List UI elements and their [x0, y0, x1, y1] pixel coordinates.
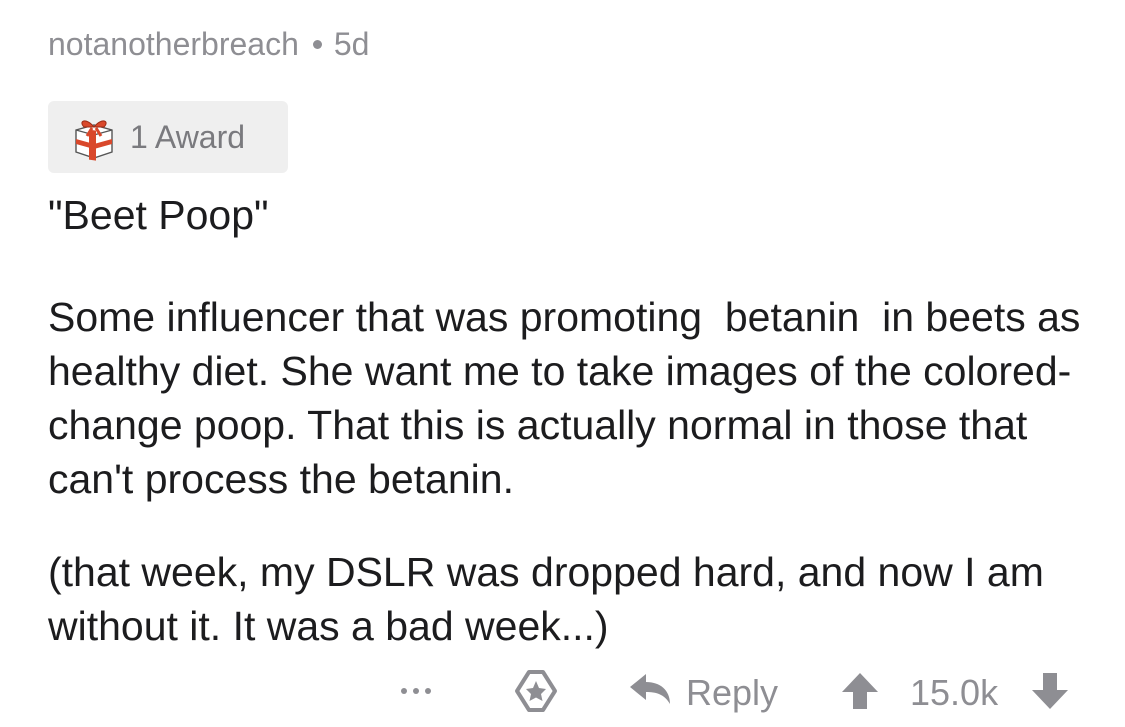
downvote-button[interactable]	[1030, 664, 1070, 722]
comment-title: "Beet Poop"	[48, 192, 269, 238]
comment-body: "Beet Poop" Some influencer that was pro…	[48, 188, 1108, 653]
comment-actions: Reply 15.0k	[0, 664, 1125, 722]
ellipsis-icon	[398, 681, 434, 706]
reply-label: Reply	[686, 672, 779, 713]
reply-arrow-icon	[628, 672, 672, 715]
give-award-button[interactable]	[513, 664, 559, 722]
gift-award-icon	[70, 113, 118, 161]
vote-score: 15.0k	[910, 664, 998, 722]
upvote-button[interactable]	[840, 664, 880, 722]
award-badge[interactable]: 1 Award	[48, 101, 288, 173]
reply-button[interactable]: Reply	[628, 664, 778, 722]
comment-age: 5d	[333, 26, 370, 62]
separator-dot	[312, 40, 322, 49]
comment-paragraph-2: (that week, my DSLR was dropped hard, an…	[48, 549, 1056, 649]
comment-paragraph-1: Some influencer that was promoting betan…	[48, 294, 1092, 502]
downvote-arrow-icon	[1030, 671, 1070, 716]
award-count: 1 Award	[130, 118, 246, 155]
award-icon	[513, 668, 559, 719]
score-value: 15.0k	[910, 672, 999, 713]
author-username[interactable]: notanotherbreach	[48, 26, 299, 63]
comment-header: notanotherbreach 5d	[48, 26, 369, 63]
upvote-arrow-icon	[840, 671, 880, 716]
more-options-button[interactable]	[398, 664, 434, 722]
